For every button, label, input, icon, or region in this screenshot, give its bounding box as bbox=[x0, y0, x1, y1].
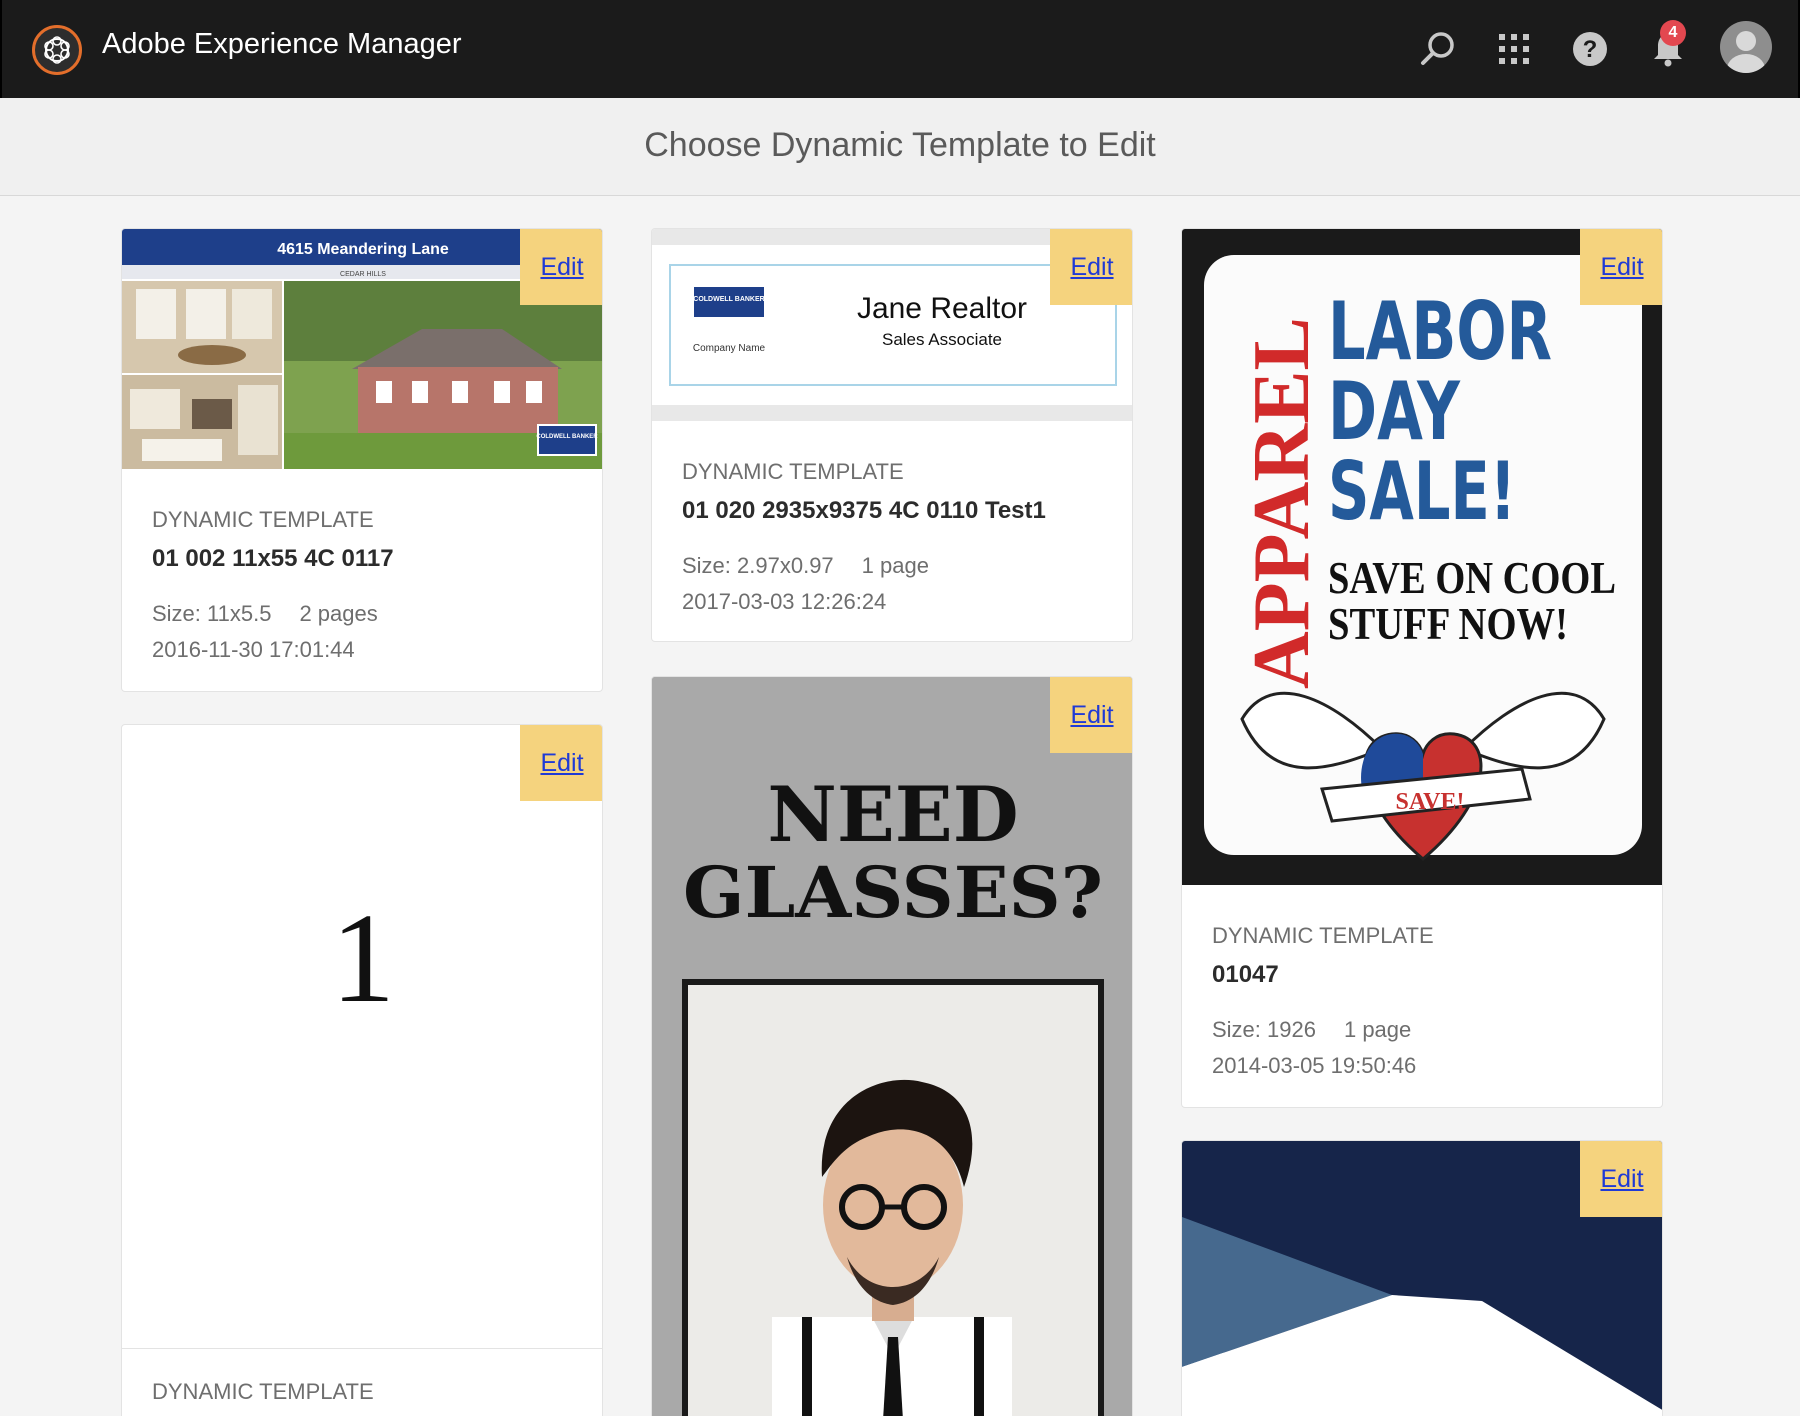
card-meta: DYNAMIC TEMPLATE 01 020 2935x9375 4C 011… bbox=[682, 459, 1046, 615]
notification-count-badge: 4 bbox=[1660, 20, 1686, 46]
card-template-name: 01 020 2935x9375 4C 0110 Test1 bbox=[682, 497, 1046, 524]
svg-text:COLDWELL BANKER: COLDWELL BANKER bbox=[536, 434, 598, 440]
card-meta: DYNAMIC TEMPLATE 01047 Size: 1926 1 page … bbox=[1212, 923, 1434, 1079]
template-thumbnail[interactable]: NEED GLASSES? bbox=[652, 677, 1132, 1416]
user-avatar[interactable] bbox=[1720, 21, 1772, 73]
card-date: 2017-03-03 12:26:24 bbox=[682, 589, 887, 614]
svg-text:GLASSES?: GLASSES? bbox=[683, 851, 1103, 934]
card-template-name: 01047 bbox=[1212, 961, 1279, 988]
edit-link[interactable]: Edit bbox=[1580, 1141, 1662, 1217]
edit-link[interactable]: Edit bbox=[1050, 229, 1132, 305]
search-icon[interactable] bbox=[1412, 23, 1464, 75]
top-bar: Adobe Experience Manager ? 4 bbox=[0, 0, 1800, 98]
card-type-label: DYNAMIC TEMPLATE bbox=[152, 507, 374, 532]
svg-text:Sales Associate: Sales Associate bbox=[882, 330, 1002, 349]
card-size-info: Size: 1926 1 page bbox=[1212, 1017, 1412, 1042]
template-card[interactable]: NEED GLASSES? Edit bbox=[651, 676, 1133, 1416]
help-icon[interactable]: ? bbox=[1564, 23, 1616, 75]
card-size-info: Size: 11x5.5 2 pages bbox=[152, 601, 378, 626]
svg-text:STUFF NOW!: STUFF NOW! bbox=[1328, 598, 1568, 649]
edit-link[interactable]: Edit bbox=[1050, 677, 1132, 753]
card-size-info: Size: 2.97x0.97 1 page bbox=[682, 553, 929, 578]
thumb-side-text: APPAREL bbox=[1238, 317, 1326, 689]
card-type-label: DYNAMIC TEMPLATE bbox=[152, 1379, 374, 1404]
svg-text:CEDAR HILLS: CEDAR HILLS bbox=[340, 271, 386, 278]
page-header: Choose Dynamic Template to Edit bbox=[0, 98, 1800, 196]
card-meta: DYNAMIC TEMPLATE 01 002 11x55 4C 0117 Si… bbox=[152, 507, 394, 663]
svg-text:SAVE!: SAVE! bbox=[1396, 789, 1465, 815]
card-date: 2014-03-05 19:50:46 bbox=[1212, 1053, 1417, 1078]
edit-link[interactable]: Edit bbox=[520, 229, 602, 305]
apps-grid-icon[interactable] bbox=[1488, 23, 1540, 75]
card-meta: DYNAMIC TEMPLATE bbox=[152, 1379, 374, 1405]
card-type-label: DYNAMIC TEMPLATE bbox=[682, 459, 904, 484]
app-title[interactable]: Adobe Experience Manager bbox=[102, 28, 462, 61]
template-card[interactable]: APPAREL LABOR DAY SALE! SAVE ON COOL STU… bbox=[1181, 228, 1663, 1108]
card-date: 2016-11-30 17:01:44 bbox=[152, 637, 355, 662]
card-template-name: 01 002 11x55 4C 0117 bbox=[152, 545, 394, 572]
svg-text:Company Name: Company Name bbox=[693, 343, 766, 354]
thumb-person-name: Jane Realtor bbox=[857, 292, 1027, 325]
edit-link[interactable]: Edit bbox=[520, 725, 602, 801]
template-thumbnail[interactable]: 1 bbox=[122, 725, 602, 1349]
thumb-page-number: 1 bbox=[331, 887, 395, 1029]
template-card[interactable]: 1 Edit DYNAMIC TEMPLATE bbox=[121, 724, 603, 1416]
template-card[interactable]: 4615 Meandering Lane CEDAR HILLS COLDWEL… bbox=[121, 228, 603, 692]
template-card[interactable]: Edit bbox=[1181, 1140, 1663, 1416]
template-thumbnail[interactable]: APPAREL LABOR DAY SALE! SAVE ON COOL STU… bbox=[1182, 229, 1662, 885]
svg-text:COLDWELL BANKER: COLDWELL BANKER bbox=[693, 296, 764, 303]
thumb-headline-1: NEED bbox=[767, 770, 1018, 859]
svg-text:SAVE ON COOL: SAVE ON COOL bbox=[1328, 552, 1616, 603]
card-type-label: DYNAMIC TEMPLATE bbox=[1212, 923, 1434, 948]
thumb-banner-text: 4615 Meandering Lane bbox=[277, 241, 449, 258]
edit-link[interactable]: Edit bbox=[1580, 229, 1662, 305]
svg-text:SALE!: SALE! bbox=[1328, 445, 1516, 538]
template-card[interactable]: COLDWELL BANKER Company Name Jane Realto… bbox=[651, 228, 1133, 642]
aem-logo-icon[interactable] bbox=[32, 25, 82, 75]
svg-text:?: ? bbox=[1583, 36, 1598, 63]
page-title: Choose Dynamic Template to Edit bbox=[644, 126, 1156, 164]
